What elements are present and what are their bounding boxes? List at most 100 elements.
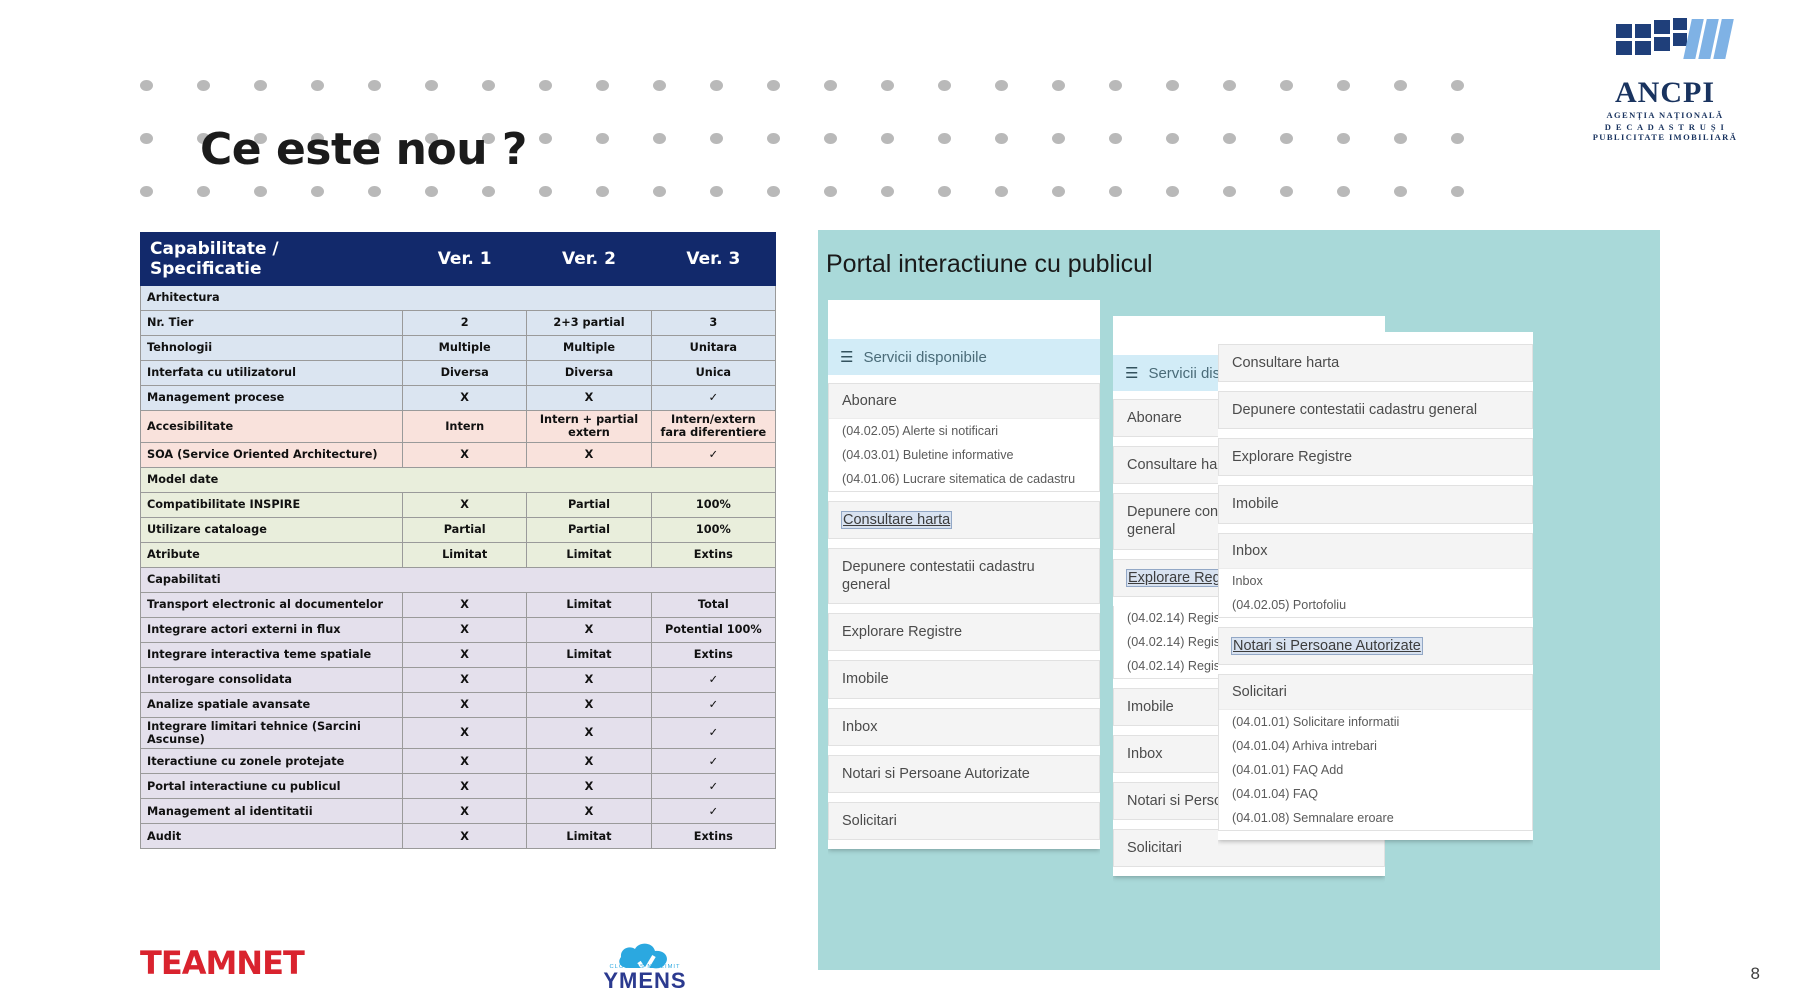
decorative-dot (140, 133, 153, 144)
service-item[interactable]: Consultare harta (1218, 344, 1533, 383)
service-item[interactable]: Imobile (1218, 485, 1533, 524)
service-group-header[interactable]: Solicitari (1219, 674, 1532, 710)
capability-label: Management procese (140, 385, 403, 412)
service-sub-item[interactable]: (04.01.06) Lucrare sitematica de cadastr… (829, 467, 1099, 491)
ver2-value: Partial (526, 516, 652, 543)
portal-window-3[interactable]: Consultare harta Depunere contestatii cad… (1218, 332, 1533, 962)
table-header-row: Capabilitate / Specificatie Ver. 1 Ver. … (140, 231, 777, 287)
service-sub-item[interactable]: (04.02.05) Portofoliu (1219, 593, 1532, 617)
hamburger-menu-icon[interactable]: ☰ (840, 348, 853, 366)
ver1-value: X (401, 491, 528, 518)
ver2-value: X (526, 716, 652, 750)
service-item-selected[interactable]: Notari si Persoane Autorizate (1218, 626, 1533, 665)
ver2-value: Limitat (526, 541, 652, 568)
service-item[interactable]: Explorare Registre (1218, 438, 1533, 477)
service-sub-item[interactable]: (04.01.01) Solicitare informatii (1219, 710, 1532, 734)
service-item[interactable]: Solicitari (828, 801, 1100, 840)
page-title: Ce este nou ? (200, 124, 527, 175)
service-sub-item[interactable]: (04.01.04) FAQ (1219, 782, 1532, 806)
ver3-value: ✓ (650, 773, 777, 800)
decorative-dot (140, 80, 153, 91)
decorative-dot (425, 186, 438, 197)
service-item[interactable]: Imobile (828, 660, 1100, 699)
table-row: Integrare actori externi in flux X X Potent… (140, 616, 777, 643)
service-sub-item[interactable]: (04.02.05) Alerte si notificari (829, 419, 1099, 443)
service-link-label[interactable]: Consultare harta (840, 511, 953, 529)
logo-subtitle-2: D E C A D A S T R U Ș I (1604, 122, 1726, 132)
table-row: Atribute Limitat Limitat Extins (140, 541, 777, 568)
ver1-value: X (401, 691, 528, 718)
table-row: Tehnologii Multiple Multiple Unitara (140, 335, 777, 362)
ancpi-flag-icon (1616, 18, 1734, 59)
decorative-dot (1052, 133, 1065, 144)
service-item[interactable]: Inbox (828, 707, 1100, 746)
decorative-dot (539, 80, 552, 91)
ver3-value: ✓ (650, 716, 777, 750)
decorative-dot (140, 186, 153, 197)
service-item[interactable]: Depunere contestatii cadastru general (1218, 391, 1533, 430)
decorative-dot (254, 80, 267, 91)
window-logo-icon (828, 301, 862, 328)
decorative-dot (995, 80, 1008, 91)
service-group-header[interactable]: Inbox (1219, 533, 1532, 569)
decorative-dot (1166, 186, 1179, 197)
decorative-dot (1280, 80, 1293, 91)
decorative-dot (881, 80, 894, 91)
portal-window-3-frame: Consultare harta Depunere contestatii cad… (1218, 332, 1533, 840)
portal-mockup-panel: Portal interactiune cu publicul ☰ Servic… (818, 230, 1660, 970)
window-logo-icon (1113, 317, 1147, 344)
table-row: Management al identitatii X X ✓ (140, 798, 777, 825)
ver2-value: Intern + partial extern (526, 410, 652, 443)
capability-label: Nr. Tier (140, 310, 403, 337)
table-row: Iteractiune cu zonele protejate X X ✓ (140, 748, 777, 775)
decorative-dot (539, 133, 552, 144)
capability-label: Audit (140, 823, 403, 850)
capability-label: Integrare interactiva teme spatiale (140, 641, 403, 668)
service-group-header[interactable]: Abonare (829, 384, 1099, 419)
ver2-value: X (526, 666, 652, 693)
decorative-dot (311, 80, 324, 91)
decorative-dot (1052, 80, 1065, 91)
section-label: Capabilitati (140, 566, 776, 593)
decorative-dot (881, 186, 894, 197)
decorative-dot (197, 80, 210, 91)
table-row: Integrare limitari tehnice (Sarcini Ascu… (140, 716, 777, 750)
decorative-dot (1451, 80, 1464, 91)
service-sub-item[interactable]: (04.01.04) Arhiva intrebari (1219, 734, 1532, 758)
ver3-value: Unica (650, 360, 777, 387)
service-item-selected[interactable]: Consultare harta (828, 501, 1100, 539)
service-item[interactable]: Depunere contestatii cadastru general (828, 548, 1100, 605)
decorative-dot (1223, 186, 1236, 197)
decorative-dot (767, 186, 780, 197)
logo-brand-text: ANCPI (1615, 76, 1715, 109)
decorative-dot (938, 133, 951, 144)
table-section-row: Arhitectura (140, 285, 776, 312)
ver2-value: 2+3 partial (526, 310, 652, 337)
window-1-service-list: Abonare (04.02.05) Alerte si notificari (0… (828, 383, 1100, 840)
hamburger-menu-icon[interactable]: ☰ (1125, 364, 1138, 382)
decorative-dot (824, 133, 837, 144)
ver2-value: X (526, 616, 652, 643)
ver1-value: X (401, 798, 528, 825)
ver3-value: 3 (650, 310, 777, 337)
decorative-dot (596, 186, 609, 197)
ver1-value: X (401, 441, 528, 468)
col-header-ver3: Ver. 3 (650, 231, 777, 287)
service-item[interactable]: Explorare Registre (828, 613, 1100, 652)
service-item[interactable]: Notari si Persoane Autorizate (828, 754, 1100, 793)
ver3-value: Potential 100% (650, 616, 777, 643)
decorative-dot (254, 186, 267, 197)
capability-label: Atribute (140, 541, 403, 568)
ver1-value: X (401, 748, 528, 775)
ver1-value: X (401, 641, 528, 668)
service-sub-item[interactable]: Inbox (1219, 569, 1532, 593)
service-sub-item[interactable]: (04.03.01) Buletine informative (829, 443, 1099, 467)
portal-window-1[interactable]: ☰ Servicii disponibile Abonare (04.02.05)… (828, 300, 1100, 930)
service-sub-item[interactable]: (04.01.08) Semnalare eroare (1219, 806, 1532, 830)
capability-label: Compatibilitate INSPIRE (140, 491, 403, 518)
ymens-logo: CLOUD IS NO LIMIT YMENS (565, 938, 725, 992)
section-label: Arhitectura (140, 285, 776, 312)
ver1-value: X (401, 616, 528, 643)
service-link-label[interactable]: Notari si Persoane Autorizate (1231, 636, 1423, 655)
service-sub-item[interactable]: (04.01.01) FAQ Add (1219, 758, 1532, 782)
